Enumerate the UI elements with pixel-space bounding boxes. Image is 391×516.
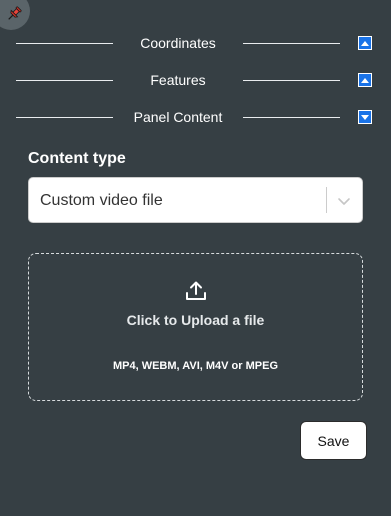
section-features: Features [16, 72, 375, 88]
section-label-features: Features [150, 72, 206, 88]
content-type-selected-value: Custom video file [40, 192, 163, 209]
divider-line [16, 43, 113, 44]
pin-button[interactable] [0, 0, 30, 30]
upload-formats: MP4, WEBM, AVI, M4V or MPEG [112, 360, 279, 372]
content-type-label: Content type [28, 150, 126, 167]
select-separator [326, 187, 327, 213]
section-label-panel-content: Panel Content [133, 109, 223, 125]
upload-title: Click to Upload a file [126, 312, 265, 328]
divider-line [16, 117, 113, 118]
panel-content-toggle-button[interactable] [358, 110, 372, 124]
section-panel-content: Panel Content [16, 109, 375, 125]
section-coordinates: Coordinates [16, 35, 375, 51]
content-type-select[interactable]: Custom video file [28, 177, 363, 223]
coordinates-toggle-button[interactable] [358, 36, 372, 50]
caret-up-icon [361, 77, 369, 83]
caret-down-icon [361, 114, 369, 120]
save-button[interactable]: Save [300, 421, 367, 460]
divider-line [243, 80, 340, 81]
features-toggle-button[interactable] [358, 73, 372, 87]
pushpin-icon [8, 6, 22, 20]
caret-up-icon [361, 40, 369, 46]
divider-line [243, 117, 340, 118]
divider-line [16, 80, 113, 81]
section-label-coordinates: Coordinates [140, 35, 216, 51]
file-upload-dropzone[interactable]: Click to Upload a file MP4, WEBM, AVI, M… [28, 253, 363, 401]
chevron-down-icon [338, 198, 350, 205]
upload-icon [186, 281, 206, 300]
divider-line [243, 43, 340, 44]
